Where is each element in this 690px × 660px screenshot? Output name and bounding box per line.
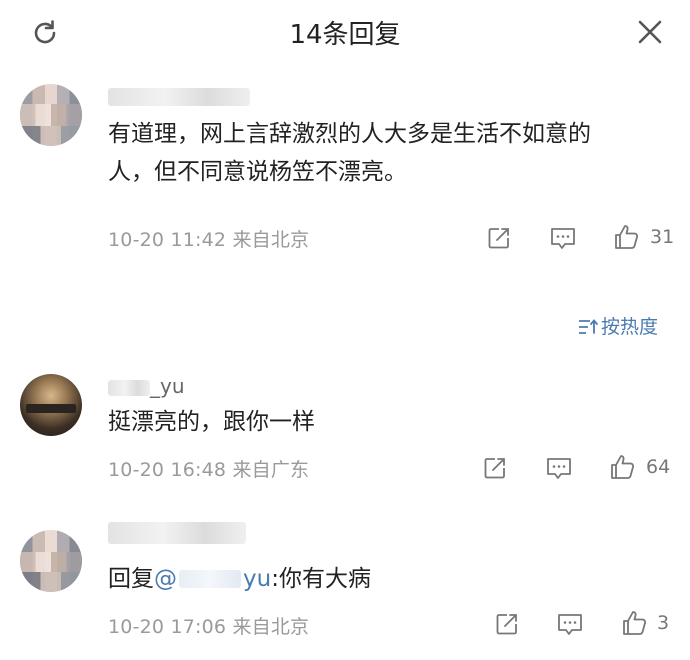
header-bar: 14条回复 [0,0,690,64]
reply-body: :你有大病 [271,566,371,592]
username-masked[interactable] [108,380,150,396]
avatar[interactable] [20,530,82,592]
close-icon[interactable] [636,18,664,46]
comment-icon[interactable] [556,611,584,637]
comment-icon[interactable] [545,455,573,481]
username-masked[interactable] [108,88,250,106]
username-masked[interactable] [108,522,246,544]
comment-text: 挺漂亮的，跟你一样 [108,409,315,435]
thumbs-up-icon[interactable] [620,609,648,637]
reply-prefix: 回复 [108,566,154,592]
share-icon[interactable] [482,455,508,481]
sort-toggle[interactable]: 按热度 [578,312,658,339]
comment-meta: 10-20 16:48 来自广东 [108,459,310,481]
share-icon[interactable] [486,225,512,251]
thumbs-up-icon[interactable] [608,453,636,481]
comment-icon[interactable] [549,225,577,251]
like-count: 64 [646,456,671,478]
avatar[interactable] [20,84,82,146]
page-title: 14条回复 [289,20,401,50]
mention-link[interactable]: @ yu [154,566,271,592]
reply-text: 回复@ yu:你有大病 [108,560,371,598]
share-icon[interactable] [494,611,520,637]
comment-meta: 10-20 17:06 来自北京 [108,616,310,638]
avatar[interactable] [20,374,82,436]
comment-text: 有道理，网上言辞激烈的人大多是生活不如意的 [108,121,591,147]
comment-text: 人，但不同意说杨笠不漂亮。 [108,159,407,185]
like-count: 3 [657,612,670,634]
like-count: 31 [650,226,675,248]
mention-masked [179,570,241,588]
username[interactable]: _yu [150,374,185,398]
sort-label: 按热度 [601,316,659,338]
thumbs-up-icon[interactable] [612,223,640,251]
comment-meta: 10-20 11:42 来自北京 [108,229,310,251]
sort-icon [579,319,598,334]
